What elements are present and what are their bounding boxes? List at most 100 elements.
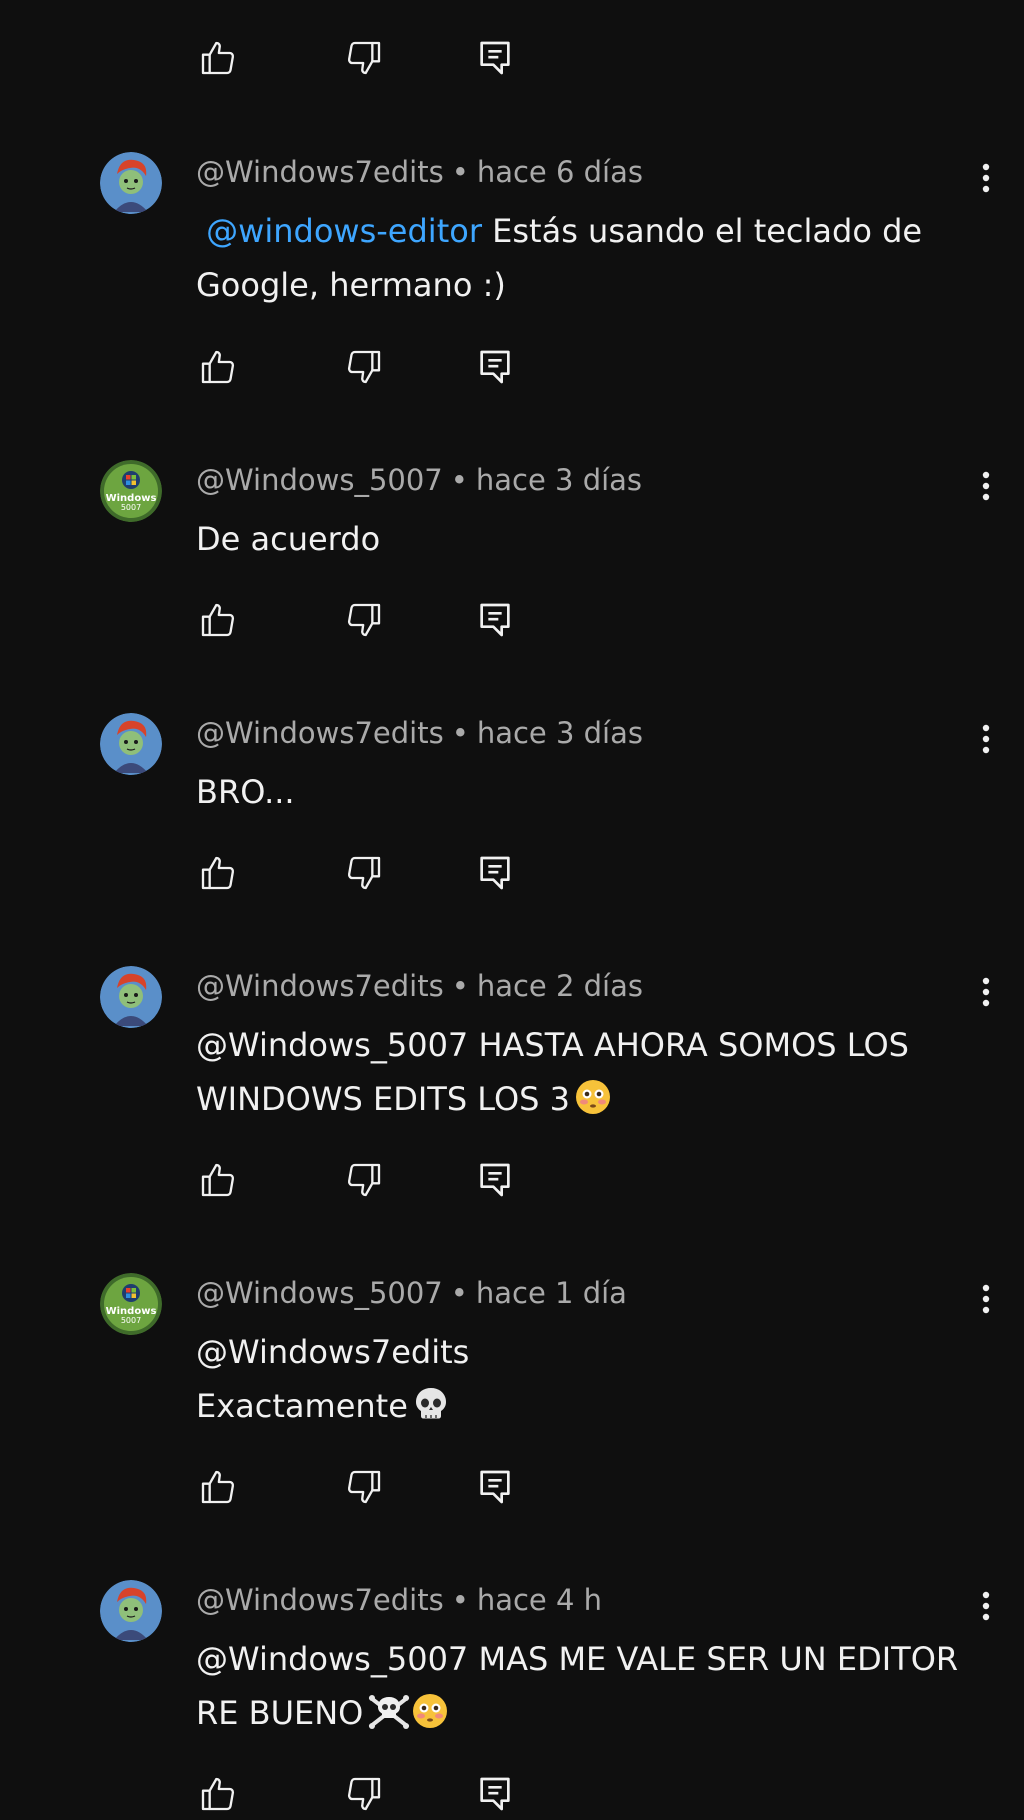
comment-meta: @Windows7edits • hace 4 h (196, 1582, 602, 1618)
comment-actions (196, 1465, 536, 1509)
comment-meta: @Windows_5007 • hace 1 día (196, 1275, 627, 1311)
more-button[interactable] (968, 717, 1004, 761)
comment-line: BRO... (196, 773, 295, 811)
thumb-down-icon (347, 1163, 381, 1197)
thumb-up-icon (201, 856, 235, 890)
like-button[interactable] (196, 36, 240, 80)
comment-text-segment: Exactamente (196, 1387, 408, 1425)
comment-meta: @Windows_5007 • hace 3 días (196, 462, 642, 498)
thumb-up-icon (201, 1470, 235, 1504)
comment-line: De acuerdo (196, 520, 381, 558)
avatar[interactable] (100, 713, 162, 775)
reply-icon (480, 350, 510, 384)
comment-time: hace 3 días (475, 463, 643, 497)
like-button[interactable] (196, 345, 240, 389)
dislike-button[interactable] (342, 345, 386, 389)
like-button[interactable] (196, 598, 240, 642)
comment-author[interactable]: @Windows7edits (196, 1583, 444, 1617)
comment-line: @Windows_5007 HASTA AHORA SOMOS LOS (196, 1026, 909, 1064)
thumb-up-icon (201, 41, 235, 75)
comment-text: @Windows7edits Exactamente (196, 1325, 986, 1433)
avatar[interactable] (100, 152, 162, 214)
comment-author[interactable]: @Windows_5007 (196, 463, 443, 497)
more-button[interactable] (968, 156, 1004, 200)
reply-button[interactable] (473, 36, 517, 80)
more-vert-icon (982, 471, 990, 501)
comment-text-segment: RE BUENO (196, 1694, 364, 1732)
comment-author[interactable]: @Windows7edits (196, 716, 444, 750)
avatar[interactable]: Windows 5007 (100, 1273, 162, 1335)
separator: • (451, 1583, 469, 1617)
avatar[interactable] (100, 966, 162, 1028)
comment-text: BRO... (196, 765, 986, 819)
skull-crossbones-emoji (369, 1695, 410, 1729)
red-hair-character-avatar (100, 152, 162, 214)
reply-icon (480, 856, 510, 890)
thumb-down-icon (347, 350, 381, 384)
more-vert-icon (982, 724, 990, 754)
avatar[interactable] (100, 1580, 162, 1642)
reply-button[interactable] (473, 851, 517, 895)
comment-text: De acuerdo (196, 512, 986, 566)
separator: • (450, 463, 468, 497)
comment-time: hace 1 día (475, 1276, 627, 1310)
mention-link[interactable]: @windows-editor (206, 212, 482, 250)
reply-icon (480, 1163, 510, 1197)
separator: • (450, 1276, 468, 1310)
more-vert-icon (982, 977, 990, 1007)
more-button[interactable] (968, 970, 1004, 1014)
comment-author[interactable]: @Windows7edits (196, 155, 444, 189)
comment-line: WINDOWS EDITS LOS 3 (196, 1072, 986, 1126)
reply-button[interactable] (473, 1465, 517, 1509)
comment-line: RE BUENO (196, 1686, 986, 1740)
windows-logo-avatar: Windows 5007 (100, 1273, 162, 1335)
comment-actions (196, 1158, 536, 1202)
comment-line: @windows-editor Estás usando el teclado … (196, 204, 986, 258)
dislike-button[interactable] (342, 1465, 386, 1509)
more-vert-icon (982, 1284, 990, 1314)
more-button[interactable] (968, 1584, 1004, 1628)
dislike-button[interactable] (342, 36, 386, 80)
reply-button[interactable] (473, 1772, 517, 1816)
reply-icon (480, 1470, 510, 1504)
comment-author[interactable]: @Windows7edits (196, 969, 444, 1003)
avatar-text: 5007 (121, 1316, 141, 1325)
more-button[interactable] (968, 464, 1004, 508)
dislike-button[interactable] (342, 1772, 386, 1816)
dislike-button[interactable] (342, 598, 386, 642)
comment-actions (196, 598, 536, 642)
dislike-button[interactable] (342, 851, 386, 895)
like-button[interactable] (196, 851, 240, 895)
more-button[interactable] (968, 1277, 1004, 1321)
comment-line: Exactamente (196, 1379, 986, 1433)
comment-meta: @Windows7edits • hace 2 días (196, 968, 643, 1004)
reply-button[interactable] (473, 598, 517, 642)
comment-actions (196, 851, 536, 895)
like-button[interactable] (196, 1158, 240, 1202)
comment-line: Google, hermano :) (196, 266, 506, 304)
reply-icon (480, 1777, 510, 1811)
reply-button[interactable] (473, 1158, 517, 1202)
comment-time: hace 3 días (476, 716, 643, 750)
like-button[interactable] (196, 1772, 240, 1816)
thumb-up-icon (201, 1163, 235, 1197)
separator: • (451, 969, 469, 1003)
reply-icon (480, 603, 510, 637)
comment-text-segment: Estás usando el teclado de (492, 212, 923, 250)
skull-emoji (415, 1388, 446, 1419)
red-hair-character-avatar (100, 713, 162, 775)
comment-author[interactable]: @Windows_5007 (196, 1276, 443, 1310)
reply-icon (480, 41, 510, 75)
reply-button[interactable] (473, 345, 517, 389)
separator: • (451, 716, 469, 750)
comment-time: hace 6 días (476, 155, 643, 189)
more-vert-icon (982, 1591, 990, 1621)
more-vert-icon (982, 163, 990, 193)
comment-text-segment: WINDOWS EDITS LOS 3 (196, 1080, 571, 1118)
like-button[interactable] (196, 1465, 240, 1509)
comment-actions (196, 36, 536, 80)
avatar[interactable]: Windows 5007 (100, 460, 162, 522)
comment-time: hace 2 días (476, 969, 643, 1003)
dislike-button[interactable] (342, 1158, 386, 1202)
comment-meta: @Windows7edits • hace 6 días (196, 154, 643, 190)
